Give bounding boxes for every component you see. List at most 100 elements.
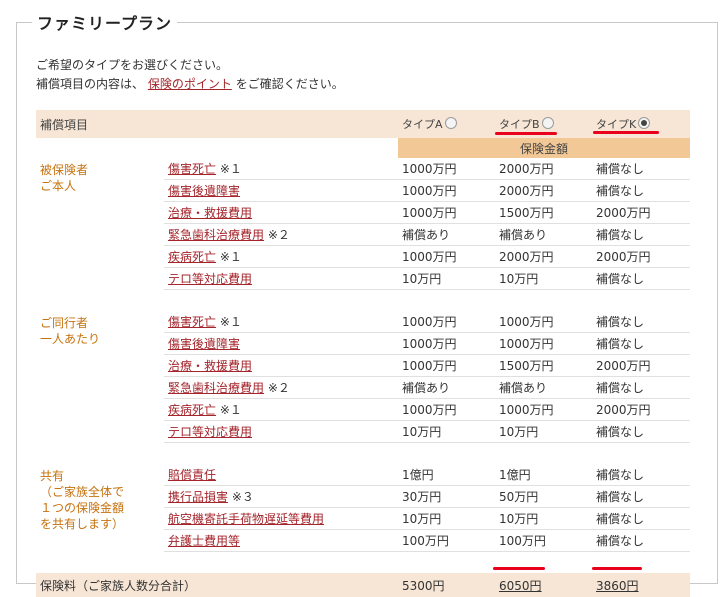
coverage-item-cell: 治療・救援費用 bbox=[164, 354, 399, 377]
group-label: 被保険者 ご本人 bbox=[40, 163, 89, 193]
type-b-value: 50万円 bbox=[495, 485, 593, 508]
type-k-value: 2000万円 bbox=[592, 245, 691, 268]
coverage-item-link[interactable]: 傷害死亡 bbox=[168, 315, 216, 329]
coverage-item-link[interactable]: 傷害後遺障害 bbox=[168, 337, 240, 351]
coverage-item-cell: 傷害後遺障害 bbox=[164, 179, 399, 202]
type-b-value: 1000万円 bbox=[495, 311, 593, 333]
coverage-item-link[interactable]: 緊急歯科治療費用 bbox=[168, 381, 264, 395]
coverage-item-link[interactable]: 傷害後遺障害 bbox=[168, 184, 240, 198]
table-header-row: 補償項目 タイプA タイプB タイプK bbox=[36, 110, 691, 138]
coverage-item-cell: テロ等対応費用 bbox=[164, 267, 399, 290]
type-a-value: 10万円 bbox=[398, 507, 496, 530]
coverage-item-link[interactable]: 航空機寄託手荷物遅延等費用 bbox=[168, 512, 324, 526]
intro-line-1: ご希望のタイプをお選びください。 bbox=[36, 58, 229, 72]
footnote-mark: ※１ bbox=[219, 403, 242, 417]
type-b-value: 10万円 bbox=[495, 420, 593, 443]
amount-header-row: 保険金額 bbox=[36, 138, 691, 158]
type-a-value: 100万円 bbox=[398, 529, 496, 552]
footnote-mark: ※１ bbox=[219, 162, 242, 176]
coverage-item-cell: 傷害死亡 ※１ bbox=[164, 311, 399, 333]
coverage-item-cell: 治療・救援費用 bbox=[164, 201, 399, 224]
type-a-value: 1000万円 bbox=[398, 158, 496, 180]
type-a-value: 1000万円 bbox=[398, 398, 496, 421]
type-b-value: 100万円 bbox=[495, 529, 593, 552]
premium-label: 保険料（ご家族人数分合計） bbox=[36, 573, 399, 597]
type-a-radio[interactable] bbox=[444, 117, 457, 129]
type-b-value: 2000万円 bbox=[495, 158, 593, 180]
coverage-item-link[interactable]: 弁護士費用等 bbox=[168, 534, 240, 548]
type-b-value: 1億円 bbox=[495, 464, 593, 486]
coverage-item-link[interactable]: 疾病死亡 bbox=[168, 250, 216, 264]
type-k-value: 補償なし bbox=[592, 267, 691, 290]
footnote-mark: ※１ bbox=[219, 250, 242, 264]
premium-type-a: 5300円 bbox=[398, 573, 496, 597]
coverage-item-link[interactable]: 治療・救援費用 bbox=[168, 359, 252, 373]
type-k-value: 補償なし bbox=[592, 464, 691, 486]
group-label: 共有 （ご家族全体で １つの保険金額 を共有します） bbox=[40, 469, 125, 531]
type-k-value: 補償なし bbox=[592, 376, 691, 399]
annotation-underline-type-b bbox=[495, 132, 557, 135]
type-k-value: 補償なし bbox=[592, 223, 691, 246]
coverage-item-cell: 携行品損害 ※３ bbox=[164, 485, 399, 508]
type-a-header[interactable]: タイプA bbox=[398, 110, 496, 138]
annotation-underline-fee-b bbox=[493, 567, 545, 570]
premium-type-b: 6050円 bbox=[495, 573, 593, 597]
annotation-underline-fee-k bbox=[592, 567, 642, 570]
coverage-item-link[interactable]: 携行品損害 bbox=[168, 490, 228, 504]
coverage-item-cell: 傷害死亡 ※１ bbox=[164, 158, 399, 180]
coverage-item-link[interactable]: 治療・救援費用 bbox=[168, 206, 252, 220]
table-row: ご同行者 一人あたり 傷害死亡 ※１ 1000万円 1000万円 補償なし bbox=[36, 311, 691, 346]
coverage-item-link[interactable]: テロ等対応費用 bbox=[168, 272, 252, 286]
type-k-value: 補償なし bbox=[592, 158, 691, 180]
type-b-value: 1000万円 bbox=[495, 398, 593, 421]
coverage-item-cell: 傷害後遺障害 bbox=[164, 332, 399, 355]
type-a-value: 1000万円 bbox=[398, 245, 496, 268]
type-k-value: 補償なし bbox=[592, 529, 691, 552]
coverage-item-link[interactable]: 傷害死亡 bbox=[168, 162, 216, 176]
group-label: ご同行者 一人あたり bbox=[40, 316, 101, 346]
coverage-item-link[interactable]: 賠償責任 bbox=[168, 468, 216, 482]
footnote-mark: ※２ bbox=[267, 228, 290, 242]
type-k-value: 2000万円 bbox=[592, 398, 691, 421]
type-a-value: 10万円 bbox=[398, 420, 496, 443]
page-title: ファミリープラン bbox=[32, 10, 178, 34]
type-b-value: 10万円 bbox=[495, 507, 593, 530]
type-k-value: 補償なし bbox=[592, 179, 691, 202]
premium-row: 保険料（ご家族人数分合計） 5300円 6050円 3860円 bbox=[36, 573, 691, 597]
coverage-item-link[interactable]: 緊急歯科治療費用 bbox=[168, 228, 264, 242]
type-b-value: 1500万円 bbox=[495, 354, 593, 377]
coverage-item-link[interactable]: テロ等対応費用 bbox=[168, 425, 252, 439]
type-k-value: 補償なし bbox=[592, 420, 691, 443]
type-a-value: 1000万円 bbox=[398, 201, 496, 224]
type-k-value: 補償なし bbox=[592, 332, 691, 355]
type-b-value: 補償あり bbox=[495, 376, 593, 399]
annotation-underline-type-k bbox=[593, 131, 659, 134]
type-k-value: 補償なし bbox=[592, 485, 691, 508]
coverage-item-cell: 弁護士費用等 bbox=[164, 529, 399, 552]
type-a-value: 10万円 bbox=[398, 267, 496, 290]
item-column-header: 補償項目 bbox=[36, 110, 399, 138]
type-k-radio[interactable] bbox=[638, 117, 651, 129]
type-k-value: 2000万円 bbox=[592, 354, 691, 377]
coverage-item-cell: 航空機寄託手荷物遅延等費用 bbox=[164, 507, 399, 530]
type-a-value: 1000万円 bbox=[398, 311, 496, 333]
type-a-value: 1000万円 bbox=[398, 332, 496, 355]
coverage-item-link[interactable]: 疾病死亡 bbox=[168, 403, 216, 417]
group-spacer bbox=[36, 443, 690, 465]
insurance-points-link[interactable]: 保険のポイント bbox=[148, 77, 232, 91]
type-b-value: 1000万円 bbox=[495, 332, 593, 355]
type-a-value: 1億円 bbox=[398, 464, 496, 486]
coverage-table-wrap: 補償項目 タイプA タイプB タイプK 保険金額 被保険者 ご本人 傷害死亡 ※１ 1… bbox=[36, 110, 691, 597]
type-b-radio[interactable] bbox=[541, 117, 554, 129]
type-a-value: 1000万円 bbox=[398, 354, 496, 377]
coverage-item-cell: 疾病死亡 ※１ bbox=[164, 245, 399, 268]
table-row: 共有 （ご家族全体で １つの保険金額 を共有します） 賠償責任 1億円 1億円 補償なし bbox=[36, 464, 691, 531]
type-b-value: 2000万円 bbox=[495, 245, 593, 268]
type-a-value: 1000万円 bbox=[398, 179, 496, 202]
group-spacer bbox=[36, 290, 690, 312]
coverage-table: 補償項目 タイプA タイプB タイプK 保険金額 被保険者 ご本人 傷害死亡 ※１ 1… bbox=[36, 110, 691, 597]
table-row: 被保険者 ご本人 傷害死亡 ※１ 1000万円 2000万円 補償なし bbox=[36, 158, 691, 193]
type-a-value: 30万円 bbox=[398, 485, 496, 508]
insured-amount-header: 保険金額 bbox=[398, 138, 691, 158]
coverage-item-cell: テロ等対応費用 bbox=[164, 420, 399, 443]
